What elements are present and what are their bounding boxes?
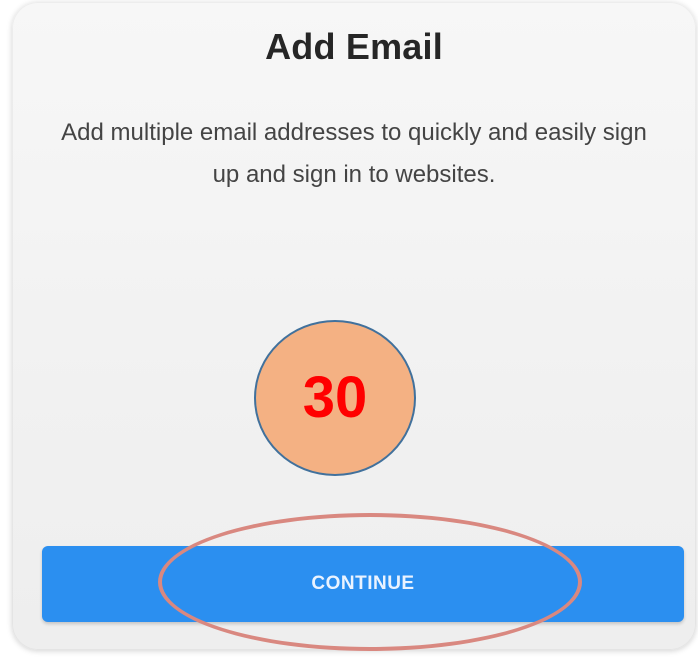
step-number: 30 xyxy=(302,365,368,430)
continue-button[interactable]: CONTINUE xyxy=(42,546,684,622)
dialog-description: Add multiple email addresses to quickly … xyxy=(61,119,647,188)
continue-button-label: CONTINUE xyxy=(311,573,415,594)
dialog-title: Add Email xyxy=(265,26,443,67)
screenshot-stage: Add Email Add multiple email addresses t… xyxy=(0,0,698,657)
step-number-badge: 30 xyxy=(254,320,416,476)
